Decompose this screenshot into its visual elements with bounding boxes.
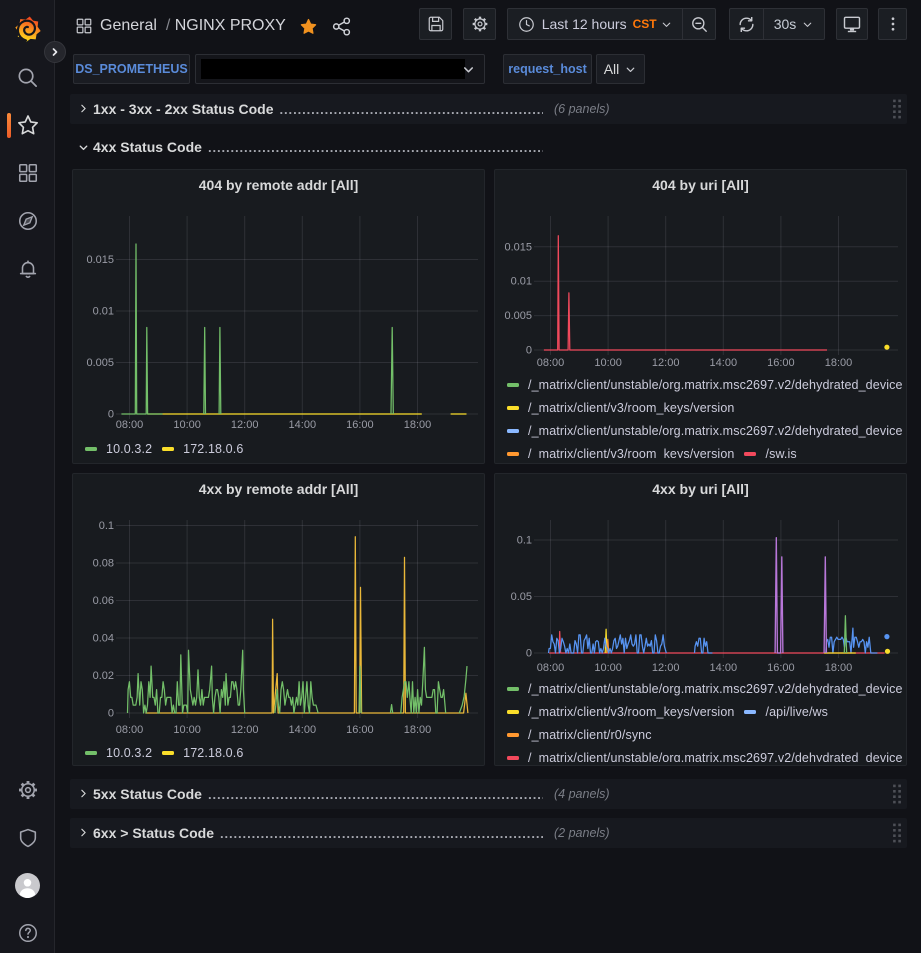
- svg-text:0.02: 0.02: [93, 670, 114, 682]
- svg-text:0.01: 0.01: [93, 306, 114, 318]
- svg-text:08:00: 08:00: [116, 724, 144, 736]
- svg-text:10:00: 10:00: [594, 357, 622, 369]
- svg-text:18:00: 18:00: [825, 662, 853, 674]
- svg-text:14:00: 14:00: [710, 357, 738, 369]
- svg-text:16:00: 16:00: [767, 662, 795, 674]
- svg-text:12:00: 12:00: [652, 357, 680, 369]
- svg-text:0: 0: [526, 345, 532, 357]
- svg-text:14:00: 14:00: [710, 662, 738, 674]
- svg-text:0: 0: [526, 648, 532, 660]
- svg-text:0.015: 0.015: [86, 254, 114, 266]
- svg-text:0.06: 0.06: [93, 595, 114, 607]
- svg-text:12:00: 12:00: [231, 419, 259, 431]
- svg-text:08:00: 08:00: [116, 419, 144, 431]
- svg-text:10:00: 10:00: [173, 419, 201, 431]
- svg-text:0.08: 0.08: [93, 558, 114, 570]
- svg-text:16:00: 16:00: [767, 357, 795, 369]
- svg-text:16:00: 16:00: [346, 419, 374, 431]
- svg-text:08:00: 08:00: [537, 357, 565, 369]
- svg-text:0: 0: [108, 409, 114, 421]
- svg-text:0: 0: [108, 708, 114, 720]
- svg-text:18:00: 18:00: [404, 419, 432, 431]
- svg-text:0.005: 0.005: [504, 310, 532, 322]
- svg-text:0.04: 0.04: [93, 633, 114, 645]
- svg-text:0.1: 0.1: [99, 520, 114, 532]
- svg-text:0.015: 0.015: [504, 241, 532, 253]
- svg-text:0.1: 0.1: [517, 535, 532, 547]
- svg-text:10:00: 10:00: [594, 662, 622, 674]
- svg-text:18:00: 18:00: [404, 724, 432, 736]
- svg-text:0.01: 0.01: [511, 276, 532, 288]
- svg-text:08:00: 08:00: [537, 662, 565, 674]
- svg-text:10:00: 10:00: [173, 724, 201, 736]
- svg-text:14:00: 14:00: [289, 724, 317, 736]
- svg-text:16:00: 16:00: [346, 724, 374, 736]
- svg-text:14:00: 14:00: [289, 419, 317, 431]
- svg-text:0.05: 0.05: [511, 591, 532, 603]
- svg-text:12:00: 12:00: [652, 662, 680, 674]
- svg-text:18:00: 18:00: [825, 357, 853, 369]
- svg-text:0.005: 0.005: [86, 357, 114, 369]
- svg-text:12:00: 12:00: [231, 724, 259, 736]
